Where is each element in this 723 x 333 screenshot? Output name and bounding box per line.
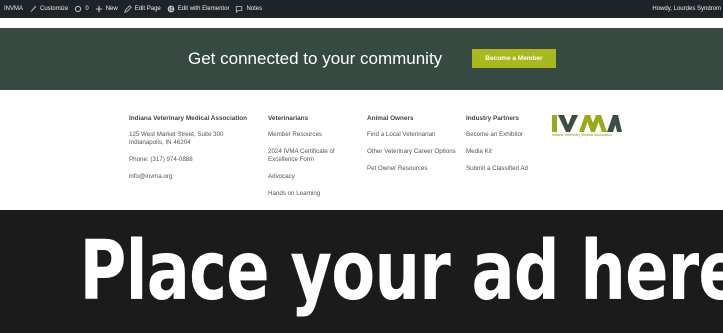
become-member-button[interactable]: Become a Member (472, 49, 556, 68)
footer-animal-owners-column: Animal Owners Find a Local Veterinarian … (367, 115, 457, 182)
customize-label[interactable]: Customize (40, 6, 68, 12)
footer-link[interactable]: Find a Local Veterinarian (367, 131, 457, 139)
notes-label[interactable]: Notes (246, 6, 262, 12)
elementor-icon (167, 5, 175, 13)
cta-title: Get connected to your community (188, 49, 443, 68)
brush-icon (29, 5, 37, 13)
org-name: Indiana Veterinary Medical Association (129, 115, 248, 122)
updates-count[interactable]: 0 (85, 6, 88, 12)
admin-bar-elementor[interactable]: Edit with Elementor (167, 5, 230, 13)
footer-link[interactable]: Advocacy (268, 173, 358, 181)
footer-link[interactable]: 2024 IVMA Certificate of Excellence Form (268, 148, 358, 164)
ad-text: Place your ad here! (79, 224, 723, 319)
industry-partners-heading: Industry Partners (466, 115, 519, 122)
veterinarians-heading: Veterinarians (268, 115, 309, 122)
footer-link[interactable]: Submit a Classified Ad (466, 165, 546, 173)
new-label[interactable]: New (106, 6, 118, 12)
org-phone[interactable]: Phone: (317) 974-0888 (129, 156, 259, 164)
admin-bar-updates[interactable]: 0 (74, 5, 89, 13)
edit-page-label[interactable]: Edit Page (135, 6, 161, 12)
footer-link[interactable]: Media Kit (466, 148, 546, 156)
ad-banner[interactable]: Place your ad here! (0, 210, 723, 333)
site-footer: Indiana Veterinary Medical Association 1… (0, 90, 723, 300)
address-line-2: Indianapolis, IN 46204 (129, 139, 191, 146)
admin-bar: INVMA Customize 0 New Edit Page Edit wit… (0, 0, 723, 18)
footer-org-column: Indiana Veterinary Medical Association 1… (129, 115, 259, 190)
footer-veterinarians-column: Veterinarians Member Resources 2024 IVMA… (268, 115, 358, 207)
site-name[interactable]: INVMA (4, 6, 23, 12)
refresh-icon (75, 5, 82, 13)
admin-bar-customize[interactable]: Customize (29, 5, 68, 13)
admin-bar-notes[interactable]: Notes (235, 5, 262, 13)
footer-link[interactable]: Hands on Learning (268, 190, 358, 198)
howdy-label[interactable]: Howdy, Lourdes Syndrom (652, 6, 721, 12)
animal-owners-heading: Animal Owners (367, 115, 414, 122)
logo-tagline: Indiana Veterinary Medical Association (552, 133, 612, 137)
address-line-1: 125 West Market Street, Suite 300 (129, 131, 224, 138)
footer-link[interactable]: Become an Exhibitor (466, 131, 546, 139)
cta-banner: Get connected to your community Become a… (0, 28, 723, 90)
elementor-label[interactable]: Edit with Elementor (178, 6, 230, 12)
footer-link[interactable]: Pet Owner Resources (367, 165, 457, 173)
plus-icon (95, 5, 102, 13)
footer-link[interactable]: Other Veterinary Career Options (367, 148, 457, 156)
footer-link[interactable]: Member Resources (268, 131, 358, 139)
pencil-icon (123, 5, 132, 13)
org-address: 125 West Market Street, Suite 300 Indian… (129, 131, 259, 147)
admin-bar-site[interactable]: INVMA (4, 6, 23, 12)
footer-industry-partners-column: Industry Partners Become an Exhibitor Me… (466, 115, 546, 182)
admin-bar-account[interactable]: Howdy, Lourdes Syndrom (652, 0, 721, 18)
admin-bar-new[interactable]: New (95, 5, 118, 13)
org-email[interactable]: info@invma.org (129, 173, 259, 181)
admin-bar-edit-page[interactable]: Edit Page (123, 5, 161, 13)
speech-bubble-icon (236, 6, 243, 13)
